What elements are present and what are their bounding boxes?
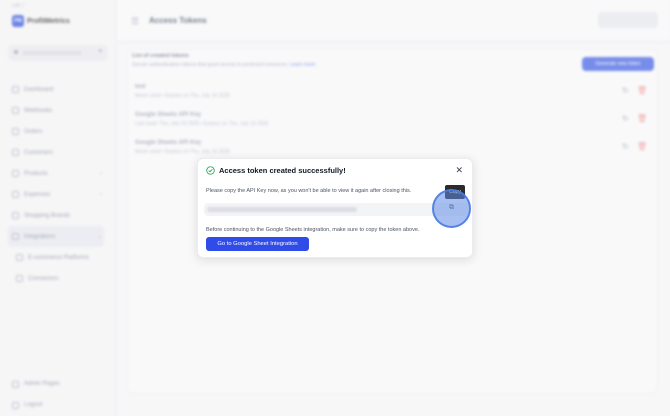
go-to-google-sheet-integration-button[interactable]: Go to Google Sheet Integration: [206, 237, 309, 251]
modal-title: Access token created successfully!: [219, 166, 346, 175]
token-value-field[interactable]: [204, 203, 468, 216]
modal-header: Access token created successfully!: [206, 166, 346, 175]
click-indicator: [432, 189, 471, 228]
copy-warning-text: Please copy the API Key now, as you won'…: [206, 188, 412, 194]
token-value-redacted: [207, 207, 357, 212]
check-circle-icon: [206, 166, 215, 175]
integration-note-text: Before continuing to the Google Sheets i…: [206, 227, 420, 233]
close-icon[interactable]: ✕: [455, 165, 463, 176]
